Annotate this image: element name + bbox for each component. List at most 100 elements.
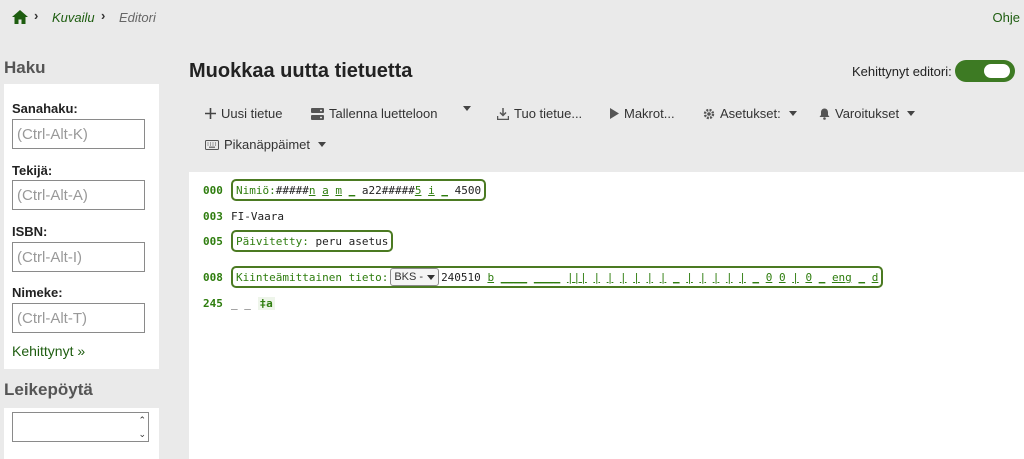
field-000[interactable]: 000 Nimiö: ##### n a m _ a22##### 5 i _ … [203, 179, 487, 201]
leader-part: 4500 [454, 183, 482, 197]
fixed-part[interactable]: | [660, 271, 667, 284]
fixed-part[interactable]: 0 [805, 271, 812, 284]
leader-part[interactable]: _ [441, 184, 448, 197]
import-record-button[interactable]: Tuo tietue... [497, 106, 582, 121]
help-link[interactable]: Ohje [993, 10, 1020, 25]
title-search-input[interactable] [12, 303, 145, 333]
shortcuts-dropdown[interactable]: Pikanäppäimet [205, 137, 326, 152]
settings-dropdown[interactable]: Asetukset: [703, 106, 797, 121]
page-title: Muokkaa uutta tietuetta [189, 60, 413, 82]
new-record-label: Uusi tietue [221, 106, 283, 121]
fixed-part[interactable]: b [487, 271, 494, 284]
fixed-part[interactable]: | [726, 271, 733, 284]
field-003[interactable]: 003 FI-Vaara [203, 206, 284, 226]
chevron-right-icon: › [101, 8, 106, 23]
fixed-part[interactable]: | [646, 271, 653, 284]
breadcrumb: › Kuvailu › Editori Ohje [0, 0, 1024, 36]
home-icon[interactable] [12, 10, 28, 24]
save-button[interactable]: Tallenna luetteloon [311, 106, 437, 121]
indicator-2[interactable]: _ [244, 297, 251, 310]
bell-icon [819, 108, 830, 120]
leader-part[interactable]: a [322, 184, 329, 197]
isbn-label: ISBN: [12, 224, 48, 239]
fixed-field-widget[interactable]: Kiinteämittainen tieto: BKS - 240510 b _… [231, 266, 884, 288]
fixed-part[interactable]: ____ [534, 271, 561, 284]
plus-icon [205, 108, 216, 119]
advanced-editor-toggle[interactable] [955, 60, 1015, 82]
isbn-search-input[interactable] [12, 242, 145, 272]
download-icon [497, 107, 509, 120]
fixed-part: 240510 [441, 270, 481, 284]
warnings-label: Varoitukset [835, 106, 900, 121]
save-options-dropdown[interactable] [460, 106, 471, 111]
fixed-part[interactable]: _ [858, 271, 865, 284]
tag-005: 005 [203, 234, 223, 248]
subfield-a[interactable]: ‡a [257, 296, 275, 310]
clipboard-list[interactable]: ⌃ ⌄ [12, 412, 149, 442]
leader-part[interactable]: m [335, 184, 342, 197]
tag-245: 245 [203, 296, 223, 310]
fixed-part[interactable]: _ [819, 271, 826, 284]
fixed-part[interactable]: | [739, 271, 746, 284]
keyword-search-input[interactable] [12, 119, 145, 149]
settings-label: Asetukset: [720, 106, 781, 121]
fixed-part[interactable]: | [593, 271, 600, 284]
search-panel: Sanahaku: Tekijä: ISBN: Nimeke: Kehittyn… [4, 84, 159, 369]
updated-value: peru asetus [315, 234, 389, 248]
field-003-value: FI-Vaara [231, 209, 284, 223]
warnings-dropdown[interactable]: Varoitukset [819, 106, 916, 121]
fixed-part[interactable]: 0 [779, 271, 786, 284]
leader-widget[interactable]: Nimiö: ##### n a m _ a22##### 5 i _ 4500 [231, 179, 487, 201]
fixed-part[interactable]: 0 [766, 271, 773, 284]
fixed-part[interactable]: | [620, 271, 627, 284]
chevron-right-icon: › [34, 8, 39, 23]
field-005[interactable]: 005 Päivitetty: peru asetus [203, 230, 394, 252]
updated-label: Päivitetty: [236, 234, 309, 248]
fixed-part[interactable]: _ [673, 271, 680, 284]
sidebar: Haku Sanahaku: Tekijä: ISBN: Nimeke: Keh… [0, 36, 159, 459]
author-search-input[interactable] [12, 180, 145, 210]
leader-part[interactable]: n [309, 184, 316, 197]
play-icon [610, 108, 619, 119]
advanced-editor-label: Kehittynyt editori: [852, 64, 952, 79]
breadcrumb-current: Editori [119, 10, 156, 25]
field-245[interactable]: 245 _ _ ‡a [203, 293, 275, 313]
scroll-down-icon[interactable]: ⌄ [138, 430, 146, 439]
marc-editor[interactable]: 000 Nimiö: ##### n a m _ a22##### 5 i _ … [189, 172, 1024, 459]
breadcrumb-link-kuvailu[interactable]: Kuvailu [52, 10, 95, 25]
fixed-part[interactable]: | [633, 271, 640, 284]
new-record-button[interactable]: Uusi tietue [205, 106, 282, 121]
leader-part[interactable]: 5 [415, 184, 422, 197]
fixed-part[interactable]: | [699, 271, 706, 284]
indicator-1[interactable]: _ [231, 297, 238, 310]
macros-button[interactable]: Makrot... [610, 106, 675, 121]
fixed-part[interactable]: ||| [567, 271, 587, 284]
caret-down-icon [318, 142, 326, 147]
fixed-part[interactable]: eng [832, 271, 852, 284]
fixed-part[interactable]: | [686, 271, 693, 284]
import-record-label: Tuo tietue... [514, 106, 583, 121]
fixed-part[interactable]: | [713, 271, 720, 284]
leader-part[interactable]: _ [349, 184, 356, 197]
leader-part[interactable]: i [428, 184, 435, 197]
fixed-part[interactable]: | [607, 271, 614, 284]
fixed-part[interactable]: d [872, 271, 879, 284]
fixed-part[interactable]: _ [752, 271, 759, 284]
field-008[interactable]: 008 Kiinteämittainen tieto: BKS - 240510… [203, 266, 884, 288]
caret-down-icon [463, 106, 471, 111]
tag-000: 000 [203, 183, 223, 197]
updated-widget[interactable]: Päivitetty: peru asetus [231, 230, 394, 252]
material-type-select[interactable]: BKS - [390, 268, 440, 286]
shortcuts-label: Pikanäppäimet [224, 137, 310, 152]
fixed-part[interactable]: | [792, 271, 799, 284]
advanced-search-link[interactable]: Kehittynyt » [12, 343, 85, 359]
fixed-part[interactable]: ____ [501, 271, 528, 284]
gear-icon [703, 108, 715, 119]
keyboard-icon [205, 139, 219, 150]
leader-part: ##### [275, 183, 309, 197]
fixed-field-label: Kiinteämittainen tieto: [236, 270, 389, 284]
macros-label: Makrot... [624, 106, 675, 121]
material-type-value: BKS - [394, 271, 424, 283]
scroll-up-icon[interactable]: ⌃ [138, 416, 146, 425]
author-label: Tekijä: [12, 163, 53, 178]
